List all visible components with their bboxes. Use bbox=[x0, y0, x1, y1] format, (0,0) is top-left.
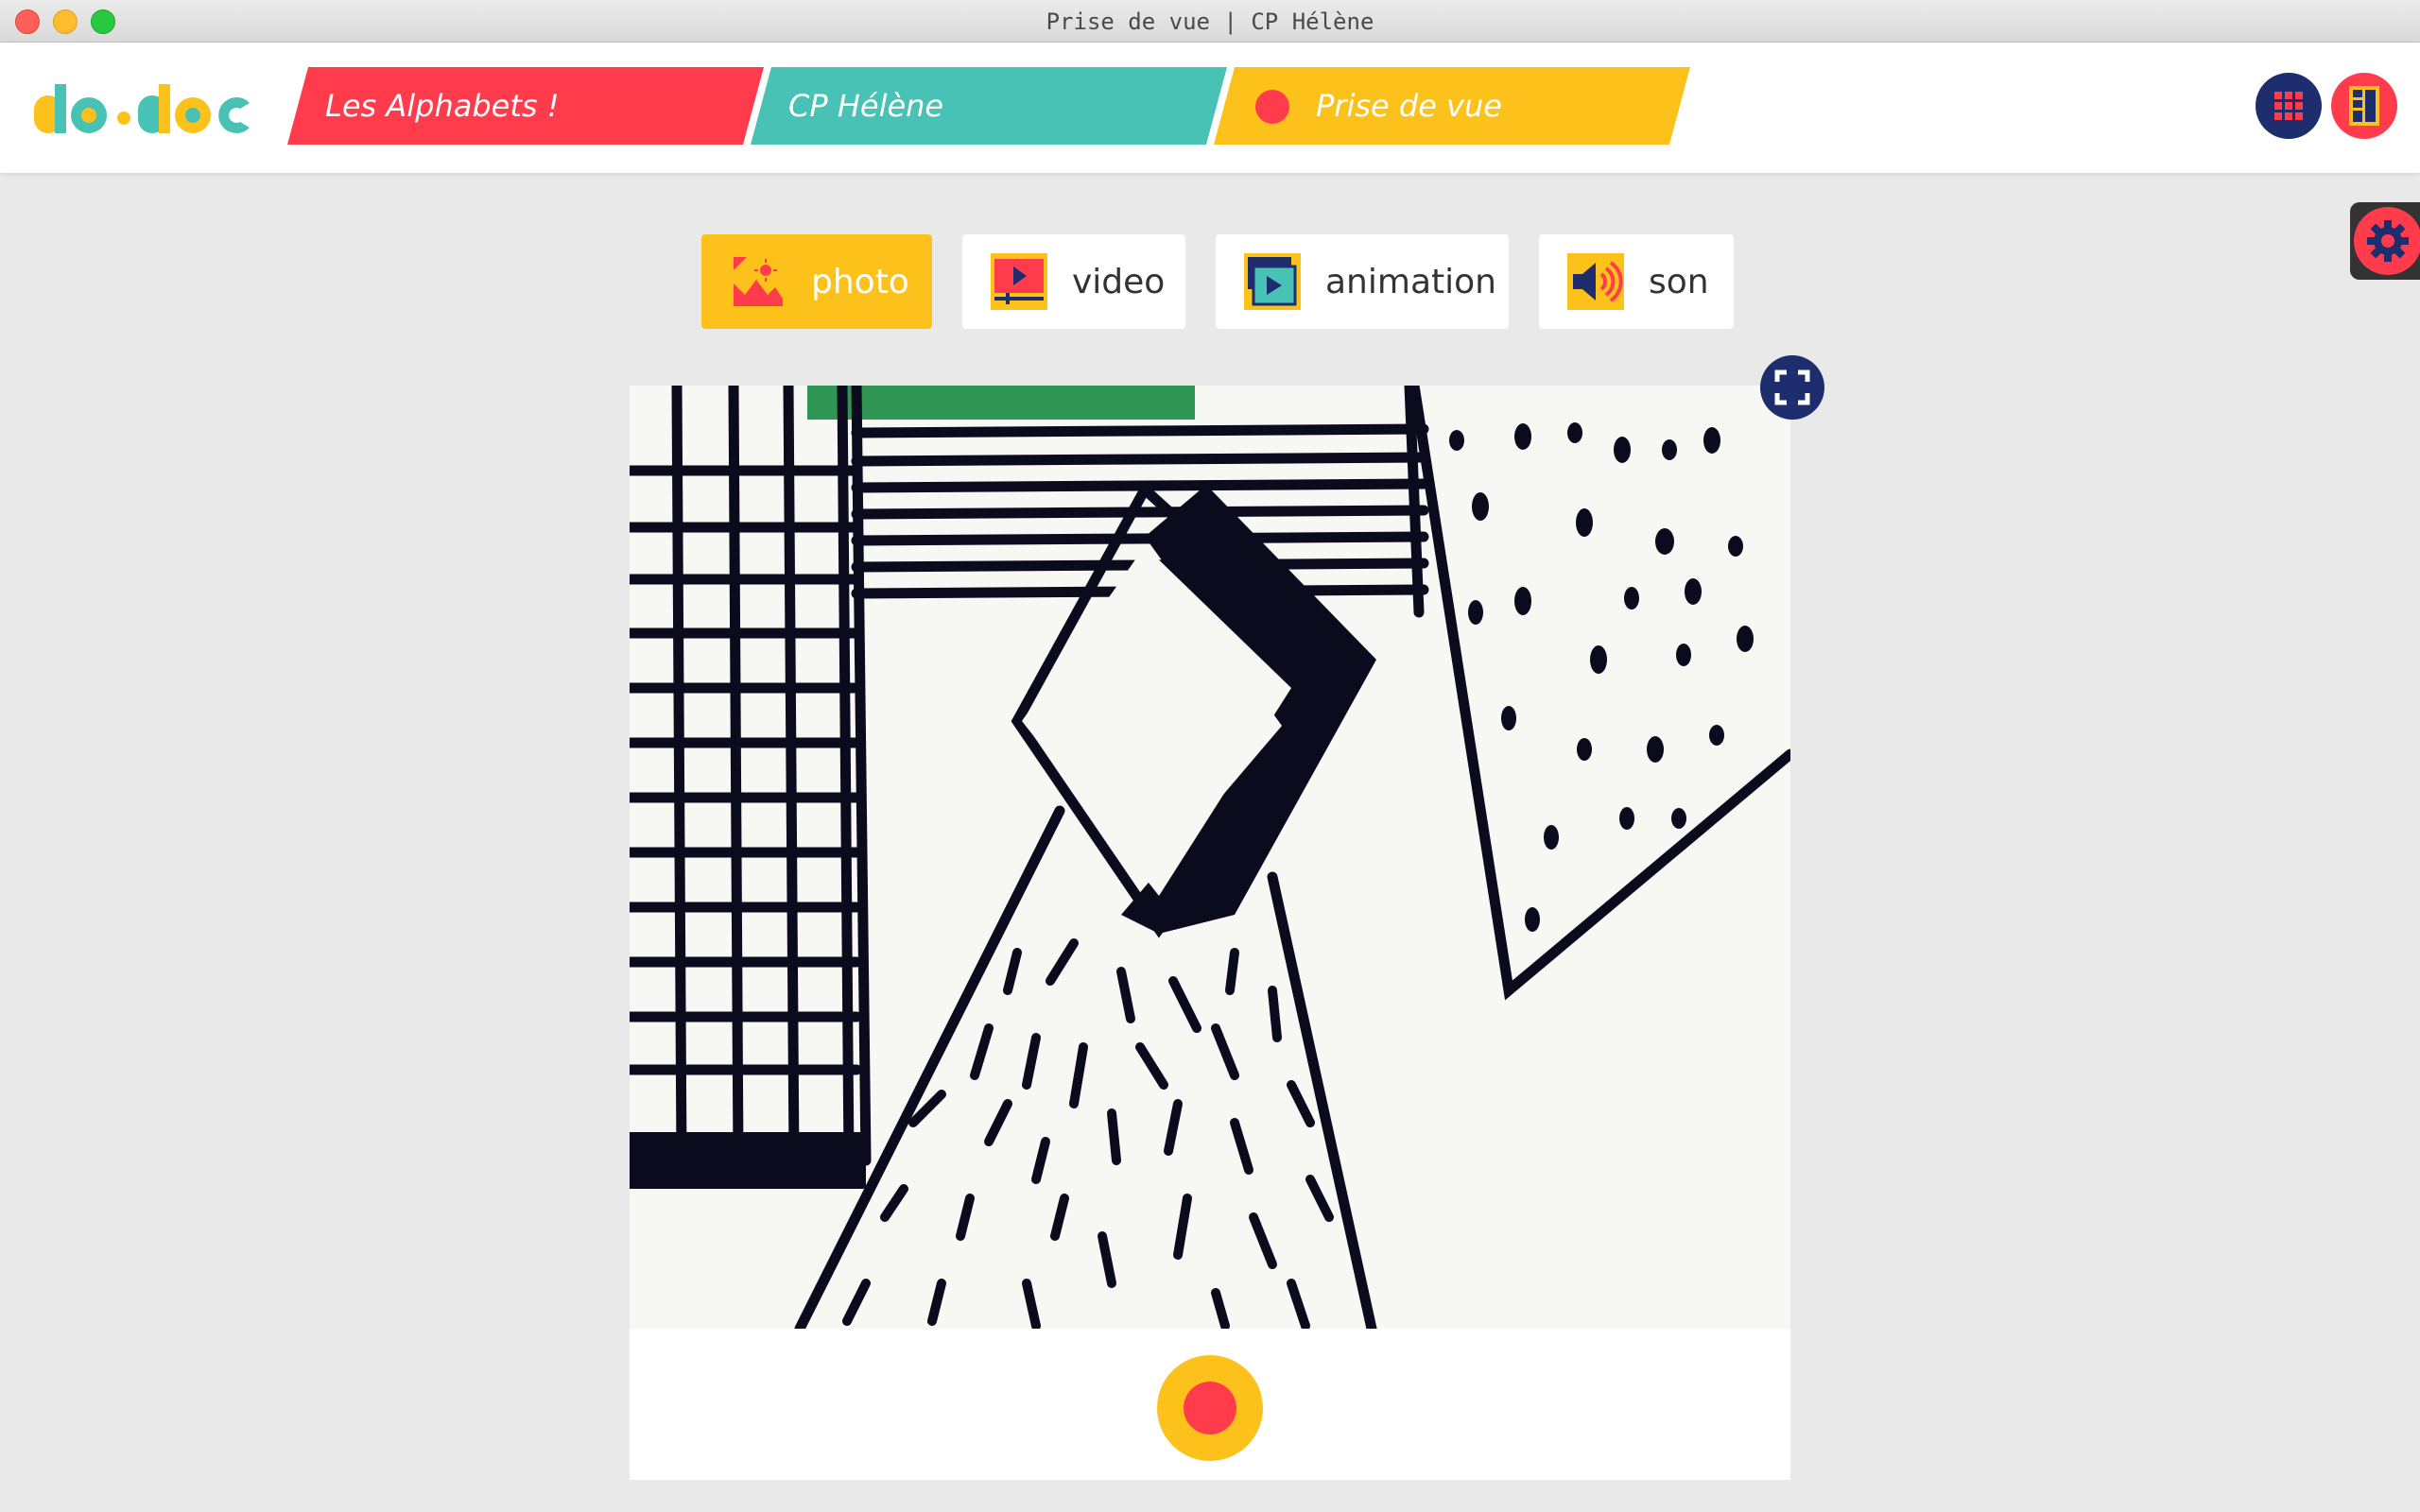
tab-son[interactable]: son bbox=[1539, 234, 1734, 329]
speaker-icon bbox=[1567, 253, 1624, 310]
breadcrumb-capture[interactable]: Prise de vue bbox=[1214, 67, 1690, 145]
tab-son-label: son bbox=[1649, 262, 1709, 301]
record-icon bbox=[1184, 1382, 1236, 1435]
capture-button[interactable] bbox=[1157, 1355, 1263, 1461]
window-title: Prise de vue | CP Hélène bbox=[1046, 9, 1374, 35]
fullscreen-button[interactable] bbox=[1760, 355, 1824, 420]
tab-photo[interactable]: photo bbox=[701, 234, 932, 329]
settings-button[interactable] bbox=[2350, 202, 2420, 280]
breadcrumb-capture-label: Prise de vue bbox=[1316, 88, 1502, 124]
gear-icon bbox=[2354, 207, 2420, 275]
app-header: Les Alphabets ! CP Hélène Prise de vue bbox=[0, 43, 2420, 173]
breadcrumb-folder[interactable]: CP Hélène bbox=[751, 67, 1227, 145]
breadcrumb-project[interactable]: Les Alphabets ! bbox=[287, 67, 764, 145]
dodoc-logo[interactable] bbox=[34, 80, 251, 137]
grid-view-button[interactable] bbox=[2256, 73, 2322, 139]
breadcrumb-project-label: Les Alphabets ! bbox=[325, 88, 560, 124]
fullscreen-icon bbox=[1774, 369, 1810, 405]
window-title-bar: Prise de vue | CP Hélène bbox=[0, 0, 2420, 43]
tab-video-label: video bbox=[1072, 262, 1166, 301]
layout-icon bbox=[2349, 86, 2379, 126]
tab-video[interactable]: video bbox=[962, 234, 1185, 329]
animation-icon bbox=[1244, 253, 1301, 310]
camera-feed-image bbox=[630, 386, 1790, 1329]
tab-animation[interactable]: animation bbox=[1216, 234, 1509, 329]
layout-view-button[interactable] bbox=[2331, 73, 2397, 139]
grid-icon bbox=[2274, 92, 2303, 120]
photo-icon bbox=[734, 257, 783, 306]
camera-preview bbox=[630, 386, 1790, 1329]
tab-animation-label: animation bbox=[1325, 262, 1496, 301]
breadcrumb-folder-label: CP Hélène bbox=[788, 88, 944, 124]
video-icon bbox=[991, 253, 1047, 310]
tab-photo-label: photo bbox=[811, 262, 909, 301]
